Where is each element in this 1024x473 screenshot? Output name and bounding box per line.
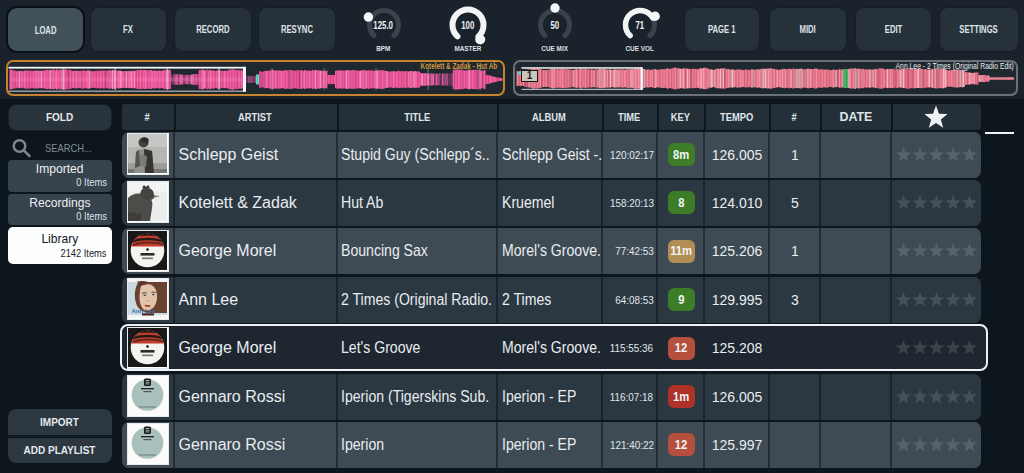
svg-text:Ann Lee: Ann Lee <box>131 308 155 314</box>
